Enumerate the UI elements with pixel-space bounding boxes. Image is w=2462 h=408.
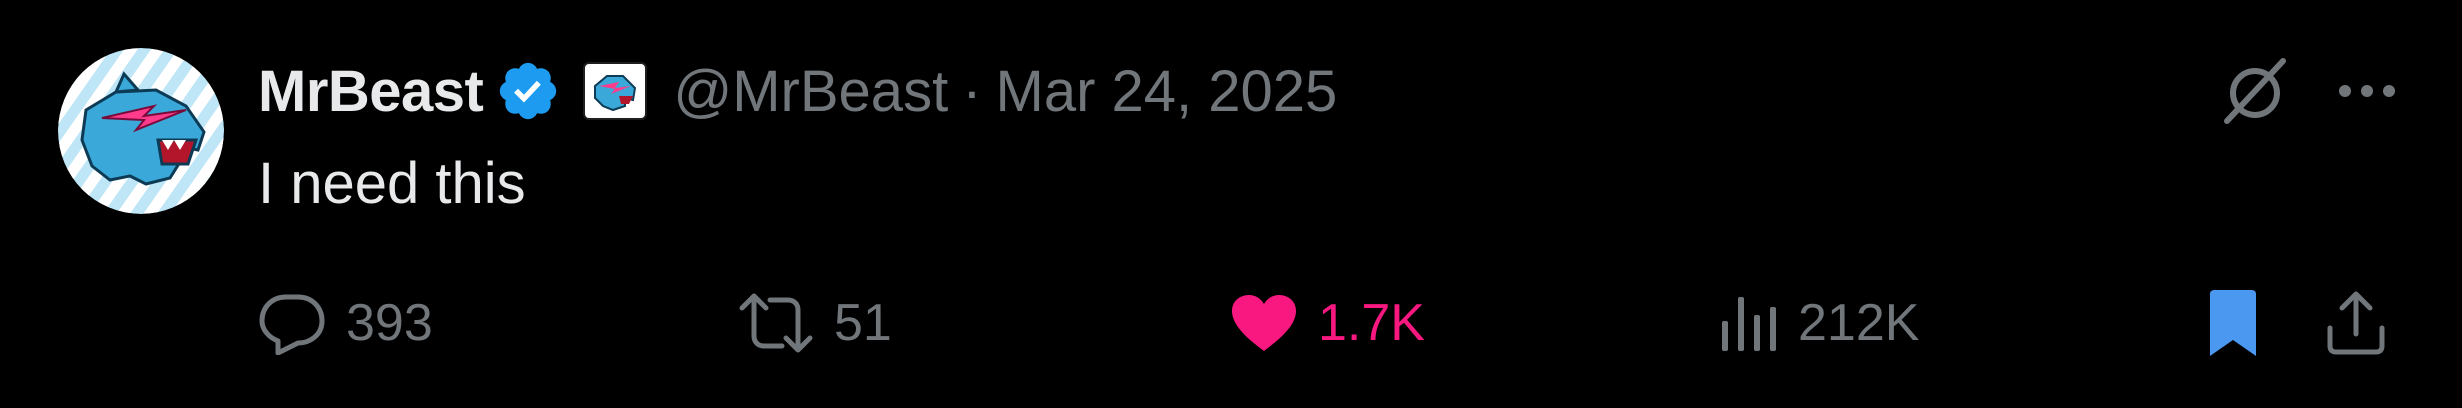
like-button[interactable]: 1.7K <box>1230 280 1425 366</box>
beast-panther-logo-icon <box>58 48 224 214</box>
analytics-icon <box>1720 295 1778 351</box>
retweet-button[interactable]: 51 <box>738 280 892 366</box>
share-icon <box>2324 290 2388 356</box>
views-button[interactable]: 212K <box>1720 280 1919 366</box>
heart-icon <box>1230 293 1298 353</box>
author-handle[interactable]: @MrBeast <box>673 58 948 125</box>
author-display-name[interactable]: MrBeast <box>258 58 484 125</box>
header-separator: · <box>962 58 982 124</box>
reply-count: 393 <box>346 294 433 352</box>
more-options-icon[interactable] <box>2322 46 2412 136</box>
share-button[interactable] <box>2324 280 2388 366</box>
verified-badge-icon[interactable] <box>495 58 561 124</box>
tweet-date[interactable]: Mar 24, 2025 <box>996 58 1338 125</box>
like-count: 1.7K <box>1318 294 1425 352</box>
grok-icon[interactable] <box>2210 46 2300 136</box>
tweet[interactable]: MrBeast @MrBeast · Mar 24, 2025 I need t… <box>0 0 2462 408</box>
retweet-icon <box>738 292 814 354</box>
view-count: 212K <box>1798 294 1920 352</box>
reply-button[interactable]: 393 <box>258 280 433 366</box>
retweet-count: 51 <box>834 294 892 352</box>
bookmark-icon <box>2206 288 2260 358</box>
bookmark-button[interactable] <box>2206 280 2260 366</box>
beast-affiliate-badge-icon[interactable] <box>583 62 648 120</box>
reply-icon <box>258 291 326 355</box>
tweet-text: I need this <box>258 151 526 216</box>
tweet-header: MrBeast @MrBeast · Mar 24, 2025 <box>258 54 1337 128</box>
author-avatar[interactable] <box>58 48 224 214</box>
